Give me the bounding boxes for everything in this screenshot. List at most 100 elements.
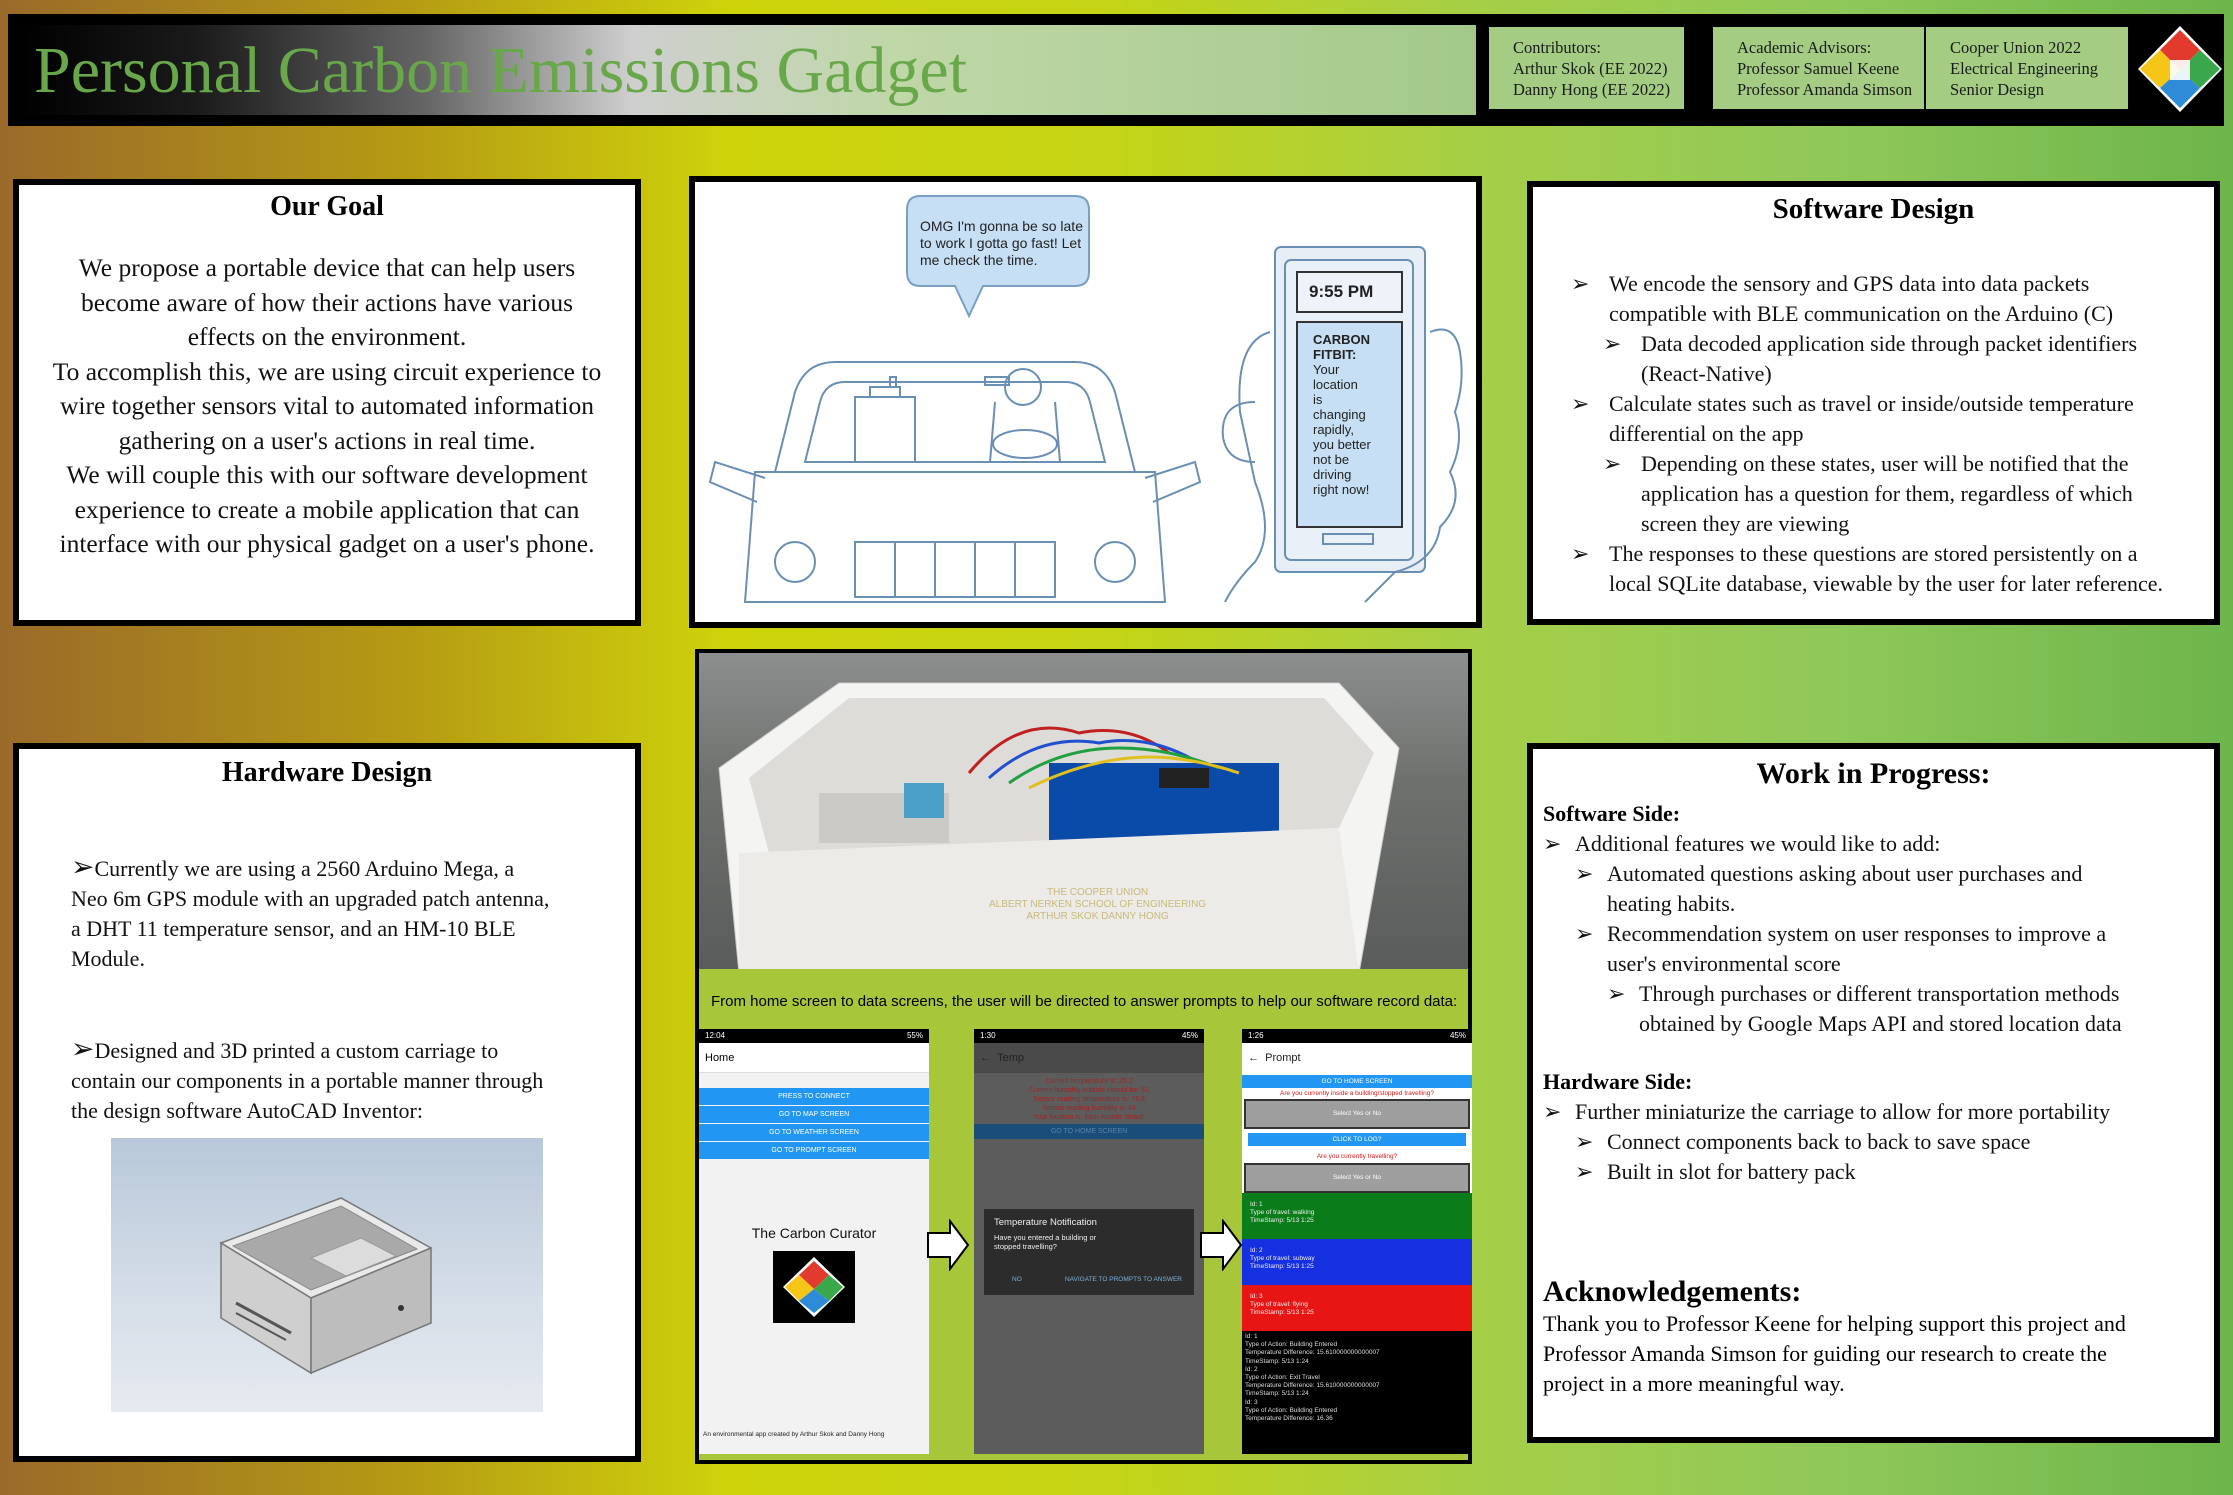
arrow-bullet-icon: ➢ xyxy=(1575,861,1594,886)
travel-entry: Id: 1 Type of travel: walking TimeStamp: 5… xyxy=(1242,1193,1472,1239)
arrow-bullet-icon: ➢ xyxy=(1571,541,1590,566)
prompt-home-button[interactable]: GO TO HOME SCREEN xyxy=(1242,1075,1472,1088)
home-buttons: PRESS TO CONNECT GO TO MAP SCREEN GO TO … xyxy=(699,1088,929,1159)
progress-item: ➢ Through purchases or different transpor… xyxy=(1607,981,2122,1036)
dialog-title: Temperature Notification xyxy=(994,1217,1097,1228)
goal-line: effects on the environment. xyxy=(187,322,467,351)
dialog-navigate-button[interactable]: NAVIGATE TO PROMPTS TO ANSWER xyxy=(1065,1276,1182,1283)
app-name: The Carbon Curator xyxy=(751,1225,877,1241)
status-bar: 1:30 45% xyxy=(974,1029,1204,1043)
temp-title: ← Temp xyxy=(974,1043,1204,1073)
speech-line: OMG I'm gonna be so late xyxy=(920,218,1083,234)
progress-item: ➢ Additional features we would like to ad… xyxy=(1543,829,2218,859)
advisors-label: Academic Advisors: xyxy=(1737,38,1872,57)
progress-item: ➢ Automated questions asking about user p… xyxy=(1575,861,2083,916)
school-box: Cooper Union 2022 Electrical Engineering… xyxy=(1926,27,2128,109)
travel-entry: Id: 2 Type of travel: subway TimeStamp: 5/… xyxy=(1242,1239,1472,1285)
hardware-side-list: ➢ Further miniaturize the carriage to all… xyxy=(1543,1097,2218,1187)
software-list: ➢ We encode the sensory and GPS data int… xyxy=(1571,269,2221,599)
cad-render-image xyxy=(111,1138,543,1412)
click-to-log-button[interactable]: CLICK TO LOG? xyxy=(1247,1133,1467,1146)
hardware-panel: Hardware Design ➢Currently we are using … xyxy=(13,743,641,1462)
arrow-bullet-icon: ➢ xyxy=(1543,831,1562,856)
cad-carriage-illustration xyxy=(219,1197,433,1375)
arrow-right-icon xyxy=(927,1219,970,1271)
poster-title: Personal Carbon Emissions Gadget xyxy=(34,34,968,107)
notice-line: driving xyxy=(1313,467,1352,482)
temp-home-button[interactable]: GO TO HOME SCREEN xyxy=(974,1124,1204,1139)
software-item: ➢ Data decoded application side through … xyxy=(1603,331,2138,386)
cartoon-phone-time: 9:55 PM xyxy=(1309,282,1374,301)
school-line-2: Electrical Engineering xyxy=(1950,59,2098,78)
arrow-bullet-icon: ➢ xyxy=(1571,271,1590,296)
prompt-screen-button[interactable]: GO TO PROMPT SCREEN xyxy=(699,1142,929,1159)
software-side-list: ➢ Additional features we would like to ad… xyxy=(1543,829,2218,1039)
status-bar: 1:26 45% xyxy=(1242,1029,1472,1043)
arrow-bullet-icon: ➢ xyxy=(1571,391,1590,416)
advisor-1: Professor Samuel Keene xyxy=(1737,59,1900,78)
notice-line: CARBON xyxy=(1313,332,1371,347)
progress-item: ➢ Recommendation system on user responses… xyxy=(1575,921,2107,976)
goal-line: gathering on a user's actions in real ti… xyxy=(118,425,536,455)
prompt-form: GO TO HOME SCREEN Are you currently insi… xyxy=(1242,1073,1472,1193)
hardware-paragraph-2: ➢Designed and 3D printed a custom carria… xyxy=(71,1034,544,1124)
arrow-bullet-icon: ➢ xyxy=(71,1034,95,1065)
hardware-heading: Hardware Design xyxy=(221,757,433,788)
notice-line: Your xyxy=(1313,362,1340,377)
status-bar: 12:04 55% xyxy=(699,1029,929,1043)
hardware-paragraph-1: ➢Currently we are using a 2560 Arduino M… xyxy=(71,852,550,972)
select-yes-no-1[interactable]: Select Yes or No xyxy=(1244,1099,1470,1129)
app-screens-section: From home screen to data screens, the us… xyxy=(695,969,1472,1464)
connect-button[interactable]: PRESS TO CONNECT xyxy=(699,1088,929,1106)
speech-line: to work I gotta go fast! Let xyxy=(920,235,1082,251)
contributors-box: Contributors: Arthur Skok (EE 2022) Dann… xyxy=(1489,27,1684,109)
back-arrow-icon[interactable]: ← xyxy=(980,1052,991,1064)
home-footer: An environmental app created by Arthur S… xyxy=(703,1431,885,1438)
action-log: Id: 1 Type of Action: Building Entered T… xyxy=(1245,1333,1380,1423)
notice-line: changing xyxy=(1313,407,1366,422)
goal-line: experience to create a mobile applicatio… xyxy=(74,494,580,524)
goal-line: wire together sensors vital to automated… xyxy=(60,391,594,420)
map-screen-button[interactable]: GO TO MAP SCREEN xyxy=(699,1106,929,1124)
travel-entry: Id: 3 Type of travel: flying TimeStamp: 5/… xyxy=(1242,1285,1472,1331)
advisor-2: Professor Amanda Simson xyxy=(1737,80,1913,99)
goal-line: We will couple this with our software de… xyxy=(66,460,588,489)
temp-readings: Current temperature is: 26.2 Current hum… xyxy=(1029,1078,1149,1121)
temp-screen: 1:30 45% ← Temp Current temperature is: 2… xyxy=(974,1029,1204,1454)
select-yes-no-2[interactable]: Select Yes or No xyxy=(1244,1163,1470,1193)
notice-line: FITBIT: xyxy=(1313,347,1357,362)
travel-entries: Id: 1 Type of travel: walking TimeStamp: 5… xyxy=(1242,1193,1472,1331)
cartoon-phone-notice: CARBON FITBIT: Your location is changing… xyxy=(1313,332,1371,497)
arrow-bullet-icon: ➢ xyxy=(1575,1159,1594,1184)
app-logo-icon xyxy=(773,1251,855,1323)
school-line-1: Cooper Union 2022 xyxy=(1950,38,2082,57)
contributors-label: Contributors: xyxy=(1513,38,1602,57)
prompt-screen: 1:26 45% ← Prompt GO TO HOME SCREEN Are y… xyxy=(1242,1029,1472,1454)
cooper-union-logo-icon xyxy=(2138,26,2222,112)
question-2: Are you currently travelling? xyxy=(1316,1153,1398,1160)
software-item: ➢ Depending on these states, user will b… xyxy=(1603,451,2133,536)
goal-panel: Our Goal We propose a portable device th… xyxy=(13,179,641,626)
goal-line: interface with our physical gadget on a … xyxy=(59,529,595,558)
notice-line: rapidly, xyxy=(1313,422,1354,437)
software-side-label: Software Side: xyxy=(1543,801,1681,826)
acknowledgements-heading: Acknowledgements: xyxy=(1543,1275,1802,1308)
back-arrow-icon[interactable]: ← xyxy=(1248,1052,1259,1064)
gadget-photo: THE COOPER UNION ALBERT NERKEN SCHOOL OF… xyxy=(695,649,1472,974)
cartoon-panel: OMG I'm gonna be so late to work I gotta… xyxy=(689,176,1482,628)
home-title: Home xyxy=(699,1043,929,1073)
title-bar: Personal Carbon Emissions Gadget xyxy=(20,25,1476,115)
goal-line: To accomplish this, we are using circuit… xyxy=(52,356,602,386)
home-screen: 12:04 55% Home PRESS TO CONNECT GO TO MAP… xyxy=(699,1029,929,1454)
goal-heading: Our Goal xyxy=(270,191,384,222)
temperature-dialog: Temperature Notification Have you entere… xyxy=(984,1209,1194,1295)
software-panel: Software Design ➢ We encode the sensory … xyxy=(1527,181,2220,625)
weather-screen-button[interactable]: GO TO WEATHER SCREEN xyxy=(699,1124,929,1142)
contributor-1: Arthur Skok (EE 2022) xyxy=(1513,59,1668,78)
progress-panel: Work in Progress: Software Side: ➢ Additi… xyxy=(1527,743,2220,1443)
poster-header: Personal Carbon Emissions Gadget Contrib… xyxy=(8,14,2224,126)
advisors-box: Academic Advisors: Professor Samuel Keen… xyxy=(1713,27,1924,109)
question-1: Are you currently inside a building/stop… xyxy=(1280,1090,1434,1097)
notice-line: is xyxy=(1313,392,1323,407)
dialog-no-button[interactable]: NO xyxy=(1012,1276,1022,1283)
